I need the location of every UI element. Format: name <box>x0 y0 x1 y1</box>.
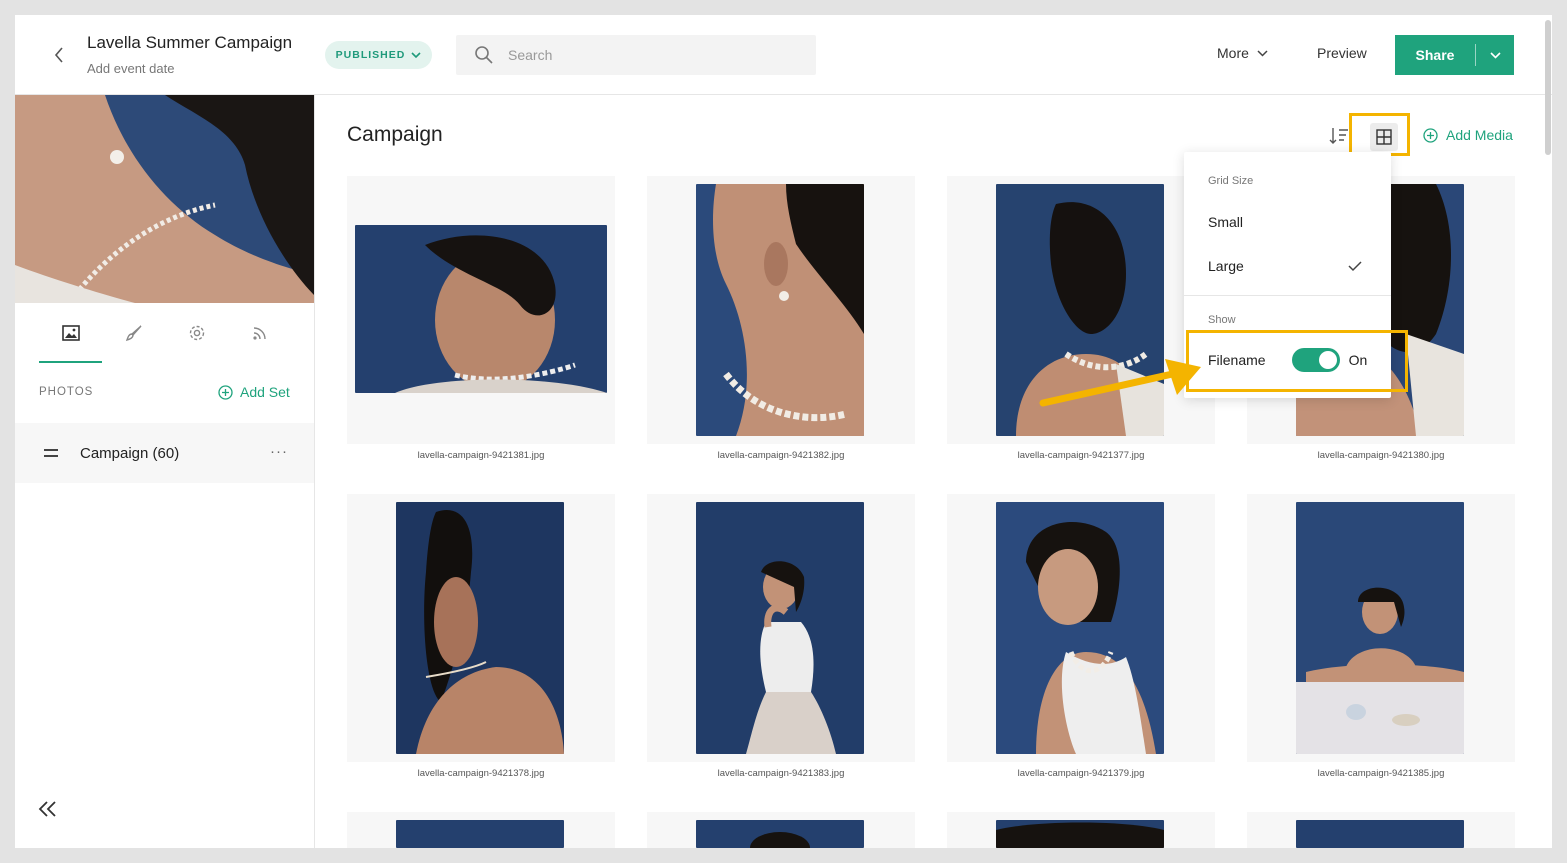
option-label: Large <box>1208 258 1244 274</box>
drag-handle-icon[interactable] <box>44 449 58 457</box>
photo-tile[interactable] <box>1247 812 1515 848</box>
dropdown-divider <box>1184 295 1391 296</box>
share-options-button[interactable] <box>1476 51 1514 59</box>
photo-tile[interactable] <box>347 176 615 444</box>
search-icon <box>474 45 494 65</box>
app-window: Lavella Summer Campaign Add event date P… <box>15 15 1552 848</box>
status-label: PUBLISHED <box>335 49 406 61</box>
sort-button[interactable] <box>1328 125 1350 147</box>
brush-icon <box>125 325 142 342</box>
add-set-button[interactable]: Add Set <box>218 384 290 400</box>
main-content: Campaign Add Media lavella-campaign-9421… <box>315 95 1552 848</box>
photo-filename: lavella-campaign-9421379.jpg <box>1017 768 1145 779</box>
set-item-campaign[interactable]: Campaign (60) ··· <box>15 423 314 483</box>
photo-filename: lavella-campaign-9421380.jpg <box>1317 450 1445 461</box>
cover-photo[interactable] <box>15 95 314 303</box>
photo-thumbnail <box>696 820 864 848</box>
photo-thumbnail <box>696 502 864 754</box>
grid-options-dropdown: Grid Size Small Large Show Filename On <box>1184 152 1391 398</box>
photo-tile[interactable] <box>347 812 615 848</box>
more-label: More <box>1217 45 1249 61</box>
checkmark-icon <box>1348 261 1362 272</box>
add-set-label: Add Set <box>240 384 290 400</box>
chevron-down-icon <box>411 51 421 58</box>
option-label: Small <box>1208 214 1244 230</box>
add-media-button[interactable]: Add Media <box>1423 127 1513 143</box>
photo-tile[interactable] <box>947 494 1215 762</box>
photos-section-label: PHOTOS <box>39 386 94 398</box>
photo-filename: lavella-campaign-9421382.jpg <box>717 450 845 461</box>
photo-tile[interactable] <box>947 812 1215 848</box>
plus-circle-icon <box>218 384 233 400</box>
collapse-sidebar-button[interactable] <box>37 798 59 820</box>
grid-size-large-option[interactable]: Large <box>1184 246 1391 286</box>
image-icon <box>61 325 80 341</box>
filename-toggle-row: Filename On <box>1184 340 1391 380</box>
grid-view-button[interactable] <box>1370 123 1398 151</box>
photo-thumbnail <box>355 225 607 393</box>
photo-thumbnail <box>996 502 1164 754</box>
photo-thumbnail <box>396 502 564 754</box>
show-label: Show <box>1208 314 1236 326</box>
photo-thumbnail <box>996 820 1164 848</box>
toggle-knob <box>1318 351 1337 369</box>
photo-tile[interactable] <box>647 176 915 444</box>
preview-button[interactable]: Preview <box>1317 45 1367 61</box>
sidebar-tabs <box>15 303 314 363</box>
tab-design[interactable] <box>102 303 165 363</box>
search-input[interactable] <box>508 47 808 63</box>
photo-thumbnail <box>996 184 1164 436</box>
tab-photos[interactable] <box>39 303 102 363</box>
top-bar: Lavella Summer Campaign Add event date P… <box>15 15 1552 95</box>
set-name: Campaign (60) <box>80 444 180 462</box>
photo-tile[interactable] <box>647 812 915 848</box>
chevron-down-icon <box>1489 51 1501 59</box>
photo-filename: lavella-campaign-9421385.jpg <box>1317 768 1445 779</box>
tab-activity[interactable] <box>228 303 291 363</box>
set-title: Campaign <box>347 123 443 146</box>
sort-icon <box>1329 128 1348 144</box>
photo-filename: lavella-campaign-9421377.jpg <box>1017 450 1145 461</box>
gallery-title[interactable]: Lavella Summer Campaign <box>87 33 292 53</box>
photo-filename: lavella-campaign-9421383.jpg <box>717 768 845 779</box>
photo-thumbnail <box>396 820 564 848</box>
back-button[interactable] <box>49 43 69 67</box>
photo-tile[interactable] <box>347 494 615 762</box>
gear-icon <box>189 325 204 341</box>
more-menu-button[interactable]: More <box>1217 45 1268 61</box>
grid-icon <box>1376 129 1392 145</box>
plus-circle-icon <box>1423 127 1438 143</box>
chevron-left-icon <box>54 47 63 63</box>
grid-size-small-option[interactable]: Small <box>1184 202 1391 242</box>
add-event-date-link[interactable]: Add event date <box>87 61 174 76</box>
share-button-group: Share <box>1395 35 1514 75</box>
photo-filename: lavella-campaign-9421381.jpg <box>417 450 545 461</box>
photo-tile[interactable] <box>1247 494 1515 762</box>
feed-icon <box>252 327 266 340</box>
tab-settings[interactable] <box>165 303 228 363</box>
photo-thumbnail <box>1296 820 1464 848</box>
search-bar <box>456 35 816 75</box>
photo-thumbnail <box>696 184 864 436</box>
filename-label: Filename <box>1208 352 1266 368</box>
photo-thumbnail <box>1296 502 1464 754</box>
toggle-state: On <box>1348 352 1368 368</box>
add-media-label: Add Media <box>1446 127 1513 143</box>
filename-toggle[interactable] <box>1291 348 1340 372</box>
chevron-down-icon <box>1257 49 1268 57</box>
photo-tile[interactable] <box>947 176 1215 444</box>
photo-tile[interactable] <box>647 494 915 762</box>
share-button[interactable]: Share <box>1395 47 1475 63</box>
set-more-button[interactable]: ··· <box>270 443 288 460</box>
photo-filename: lavella-campaign-9421378.jpg <box>417 768 545 779</box>
scrollbar[interactable] <box>1545 20 1551 155</box>
status-dropdown[interactable]: PUBLISHED <box>325 41 432 69</box>
grid-size-label: Grid Size <box>1208 175 1254 187</box>
sidebar: PHOTOS Add Set Campaign (60) ··· <box>15 95 315 848</box>
double-chevron-left-icon <box>38 801 56 817</box>
